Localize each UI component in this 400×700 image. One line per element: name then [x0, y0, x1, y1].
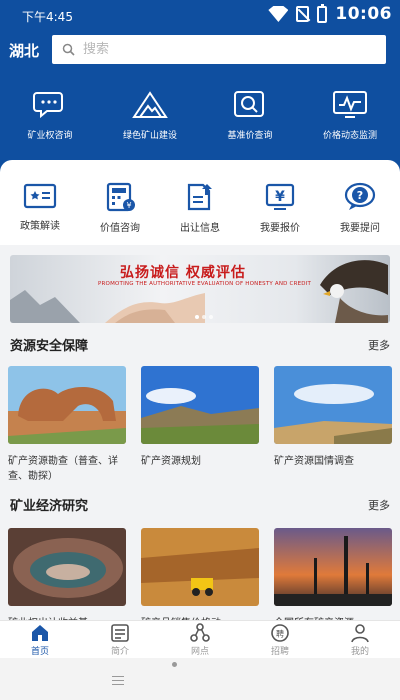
tile-mineral-planning[interactable]: 矿产资源规划 — [141, 366, 259, 469]
quick-link-ask[interactable]: ? 我要提问 — [320, 182, 400, 234]
quick-link-label: 我要报价 — [260, 223, 300, 234]
tile-mineral-exploration[interactable]: 矿产资源勘查（普查、详查、勘探） — [8, 366, 126, 484]
oil-rig-sunset-image — [274, 528, 392, 606]
section-title: 矿业经济研究 — [10, 499, 89, 514]
nav-intro[interactable]: 简介 — [90, 623, 150, 657]
open-pit-mine-image — [8, 528, 126, 606]
svg-text:聘: 聘 — [276, 629, 284, 639]
document-upload-icon — [187, 183, 212, 211]
status-icons: 10:06 — [268, 3, 392, 24]
status-clock: 10:06 — [335, 4, 392, 24]
top-menu-label: 价格动态监测 — [322, 131, 377, 141]
question-bubble-icon: ? — [344, 182, 376, 210]
battery-icon — [317, 3, 328, 23]
nav-outlets[interactable]: 网点 — [170, 623, 230, 657]
region-selector[interactable]: 湖北 — [9, 40, 39, 61]
nav-label: 简介 — [110, 647, 129, 657]
scroll-indicator-dot — [172, 662, 177, 667]
section-title: 资源安全保障 — [10, 339, 89, 354]
no-sim-icon — [296, 6, 310, 22]
section-resource-security-header: 资源安全保障 更多 — [10, 335, 390, 355]
nav-label: 首页 — [30, 647, 49, 657]
tile-caption: 矿产资源国情调查 — [274, 456, 354, 467]
top-menu-label: 矿业权咨询 — [27, 131, 73, 141]
quick-link-value-consult[interactable]: ¥ 价值咨询 — [80, 182, 160, 234]
more-link[interactable]: 更多 — [368, 337, 390, 353]
quick-link-policy[interactable]: 政策解读 — [0, 182, 80, 232]
pagination-dot[interactable] — [209, 315, 213, 319]
top-menu: 矿业权咨询 绿色矿山建设 基准价查询 价格动态监测 — [0, 90, 400, 150]
price-tag-icon: ¥ — [265, 183, 295, 210]
top-menu-price-monitor[interactable]: 价格动态监测 — [300, 90, 400, 141]
search-box[interactable] — [52, 35, 386, 64]
desert-arch-image — [8, 366, 126, 444]
banner-mountain-image — [10, 290, 80, 323]
promo-banner[interactable]: 弘扬诚信 权威评估 PROMOTING THE AUTHORITATIVE EV… — [10, 255, 390, 323]
nav-mine[interactable]: 我的 — [330, 623, 390, 657]
top-menu-green-mine[interactable]: 绿色矿山建设 — [100, 90, 200, 141]
recruit-bubble-icon: 聘 — [271, 624, 289, 642]
policy-book-icon — [23, 183, 57, 209]
wifi-icon — [268, 6, 289, 22]
system-nav-bar — [0, 658, 400, 700]
menu-lines-icon[interactable] — [112, 676, 124, 685]
tile-mineral-national-survey[interactable]: 矿产资源国情调查 — [274, 366, 392, 469]
search-input[interactable] — [81, 41, 361, 58]
quick-link-label: 价值咨询 — [100, 223, 140, 234]
tile-caption: 矿产资源规划 — [141, 456, 201, 467]
quick-link-transfer-info[interactable]: 出让信息 — [160, 182, 240, 234]
magnify-search-icon — [234, 91, 264, 117]
banner-subtitle: PROMOTING THE AUTHORITATIVE EVALUATION O… — [98, 281, 312, 287]
top-menu-benchmark-price[interactable]: 基准价查询 — [200, 90, 300, 141]
nav-home[interactable]: 首页 — [10, 623, 70, 657]
top-menu-label: 绿色矿山建设 — [122, 131, 177, 141]
status-bar: 下午4:45 10:06 — [0, 0, 400, 30]
nav-recruit[interactable]: 聘 招聘 — [250, 623, 310, 657]
nav-label: 我的 — [350, 647, 369, 657]
nav-label: 网点 — [190, 647, 209, 657]
nav-label: 招聘 — [270, 647, 289, 657]
mountain-icon — [132, 91, 168, 118]
svg-text:¥: ¥ — [275, 189, 285, 205]
plain-landscape-image — [274, 366, 392, 444]
home-icon — [32, 625, 48, 641]
tile-mineral-product-price[interactable]: 矿产品销售价格动 — [141, 528, 259, 631]
search-icon — [62, 43, 75, 56]
quick-links-card: 政策解读 ¥ 价值咨询 出让信息 ¥ 我要报价 ? 我要提问 — [0, 160, 400, 245]
section-mining-economy-header: 矿业经济研究 更多 — [10, 495, 390, 515]
banner-pagination — [195, 315, 213, 319]
banner-eagle-image — [320, 260, 388, 323]
pagination-dot[interactable] — [195, 315, 199, 319]
quick-link-label: 我要提问 — [340, 223, 380, 234]
mountain-landscape-image — [141, 366, 259, 444]
bottom-nav: 首页 简介 网点 聘 招聘 我的 — [0, 620, 400, 658]
header-row: 湖北 — [0, 35, 400, 65]
calculator-icon: ¥ — [106, 182, 135, 212]
tile-national-mineral-resources[interactable]: 全国所有矿产资源 — [274, 528, 392, 631]
svg-text:¥: ¥ — [126, 201, 131, 210]
top-menu-label: 基准价查询 — [227, 131, 273, 141]
pagination-dot[interactable] — [202, 315, 206, 319]
monitor-chart-icon — [333, 91, 367, 118]
quick-link-label: 出让信息 — [180, 223, 220, 234]
top-header-area: 下午4:45 10:06 湖北 矿业权咨询 绿色矿山建设 基准价查询 — [0, 0, 400, 175]
svg-text:?: ? — [357, 189, 363, 202]
tile-mining-rights-revenue[interactable]: 矿业权出让收益基 — [8, 528, 126, 631]
banner-title: 弘扬诚信 权威评估 — [120, 265, 246, 281]
tile-caption: 矿产资源勘查（普查、详查、勘探） — [8, 456, 118, 482]
chat-bubble-icon — [33, 92, 63, 119]
intro-card-icon — [111, 624, 129, 642]
network-icon — [190, 623, 210, 642]
user-icon — [351, 624, 369, 643]
quick-link-label: 政策解读 — [20, 221, 60, 232]
more-link[interactable]: 更多 — [368, 497, 390, 513]
status-time: 下午4:45 — [22, 10, 73, 24]
top-menu-mining-rights-consult[interactable]: 矿业权咨询 — [0, 90, 100, 141]
mining-truck-image — [141, 528, 259, 606]
quick-link-quote[interactable]: ¥ 我要报价 — [240, 182, 320, 234]
